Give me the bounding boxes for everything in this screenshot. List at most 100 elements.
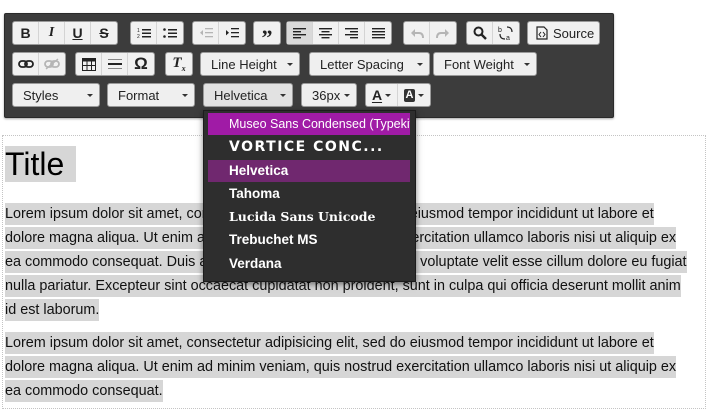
format-dropdown[interactable]: Format [107,83,195,107]
chevron-down-icon [344,94,350,97]
underline-button[interactable]: U [65,22,91,44]
chevron-down-icon [524,63,530,66]
font-weight-label: Font Weight [444,56,514,72]
paragraph-2-text: Lorem ipsum dolor sit amet, consectetur … [5,332,677,402]
font-option-lucida-sans[interactable]: Lucida Sans Unicode [208,206,410,228]
unlink-icon [44,58,60,70]
source-button[interactable]: Source [528,22,599,44]
redo-icon [436,28,449,38]
remove-format-button[interactable]: Tx [166,53,192,75]
letter-spacing-label: Letter Spacing [320,56,404,72]
find-button[interactable] [467,22,493,44]
align-center-button[interactable] [313,22,339,44]
svg-text:2: 2 [137,34,140,39]
blockquote-group: ” [253,21,281,50]
quote-icon: ” [261,24,273,50]
replace-icon: ba [498,26,513,41]
text-color-icon: A [371,87,383,103]
link-icon [17,60,34,68]
svg-text:b: b [498,27,502,34]
remove-format-icon: Tx [172,55,186,73]
bg-color-button[interactable]: A [398,84,430,106]
font-dropdown[interactable]: Helvetica [203,83,293,107]
content-title[interactable]: Title [5,146,77,182]
bulleted-list-button[interactable] [157,22,183,44]
numbered-list-button[interactable]: 12 [131,22,157,44]
numbered-list-icon: 12 [137,28,151,39]
outdent-button[interactable] [193,22,219,44]
font-option-tahoma[interactable]: Tahoma [208,183,410,205]
chevron-down-icon [287,63,293,66]
blockquote-button[interactable]: ” [254,22,280,50]
bg-color-icon: A [403,88,416,102]
font-option-helvetica[interactable]: Helvetica [208,160,410,182]
table-button[interactable] [76,53,102,75]
redo-button[interactable] [430,22,456,44]
font-size-dropdown[interactable]: 36px [301,83,357,107]
link-group [12,52,66,76]
align-right-button[interactable] [339,22,365,44]
bulleted-list-icon [163,28,177,38]
editor-toolbar: B I U S 12 ” b a Source Ω Tx Line Height… [4,13,614,118]
find-group: ba [466,21,520,45]
align-justify-button[interactable] [365,22,391,44]
table-icon [81,57,96,71]
line-height-dropdown[interactable]: Line Height [200,52,300,76]
chevron-down-icon [280,94,286,97]
font-label: Helvetica [214,87,268,103]
omega-icon: Ω [134,54,148,73]
source-label: Source [553,25,595,41]
align-center-icon [319,28,332,39]
color-group: A A [365,83,431,107]
outdent-icon [199,28,213,38]
remove-format-group: Tx [165,52,193,76]
undo-button[interactable] [404,22,430,44]
search-icon [473,26,487,40]
source-group: Source [527,21,600,45]
content-title-text: Title [5,146,65,182]
special-char-button[interactable]: Ω [128,53,154,75]
history-group [403,21,457,45]
replace-button[interactable]: ba [493,22,519,44]
italic-button[interactable]: I [39,22,65,44]
list-group: 12 [130,21,184,45]
styles-dropdown[interactable]: Styles [12,83,100,107]
link-button[interactable] [13,53,39,75]
content-paragraph-2[interactable]: Lorem ipsum dolor sit amet, consectetur … [5,331,695,403]
source-icon [536,26,548,40]
align-left-button[interactable] [287,22,313,44]
alignment-group [286,21,392,45]
chevron-down-icon [417,63,423,66]
strikethrough-button[interactable]: S [91,22,117,44]
line-height-label: Line Height [211,56,277,72]
format-label: Format [118,87,160,103]
align-right-icon [345,28,358,39]
styles-label: Styles [23,87,59,103]
indent-button[interactable] [219,22,245,44]
align-justify-icon [371,28,385,39]
chevron-down-icon [418,93,425,97]
font-dropdown-menu: Museo Sans Condensed (Typekit) VORTICE C… [203,110,416,282]
insert-group: Ω [75,52,155,76]
unlink-button[interactable] [39,53,65,75]
font-option-museo-sans[interactable]: Museo Sans Condensed (Typekit) [208,113,410,135]
letter-spacing-dropdown[interactable]: Letter Spacing [309,52,430,76]
text-color-button[interactable]: A [366,84,398,106]
chevron-down-icon [385,93,392,97]
indent-group [192,21,246,45]
chevron-down-icon [182,94,188,97]
font-option-trebuchet[interactable]: Trebuchet MS [208,229,410,251]
font-option-vortice[interactable]: VORTICE CONC... [208,136,410,158]
bold-label: B [20,25,31,41]
font-option-verdana[interactable]: Verdana [208,253,410,275]
indent-icon [226,28,239,38]
align-left-icon [293,28,306,39]
bold-button[interactable]: B [13,22,39,44]
horizontal-line-button[interactable] [102,53,128,75]
font-weight-dropdown[interactable]: Font Weight [433,52,537,76]
basic-styles-group: B I U S [12,21,118,45]
italic-label: I [48,25,55,40]
underline-label: U [72,25,83,41]
horizontal-line-icon [107,59,122,69]
svg-text:a: a [506,35,510,41]
